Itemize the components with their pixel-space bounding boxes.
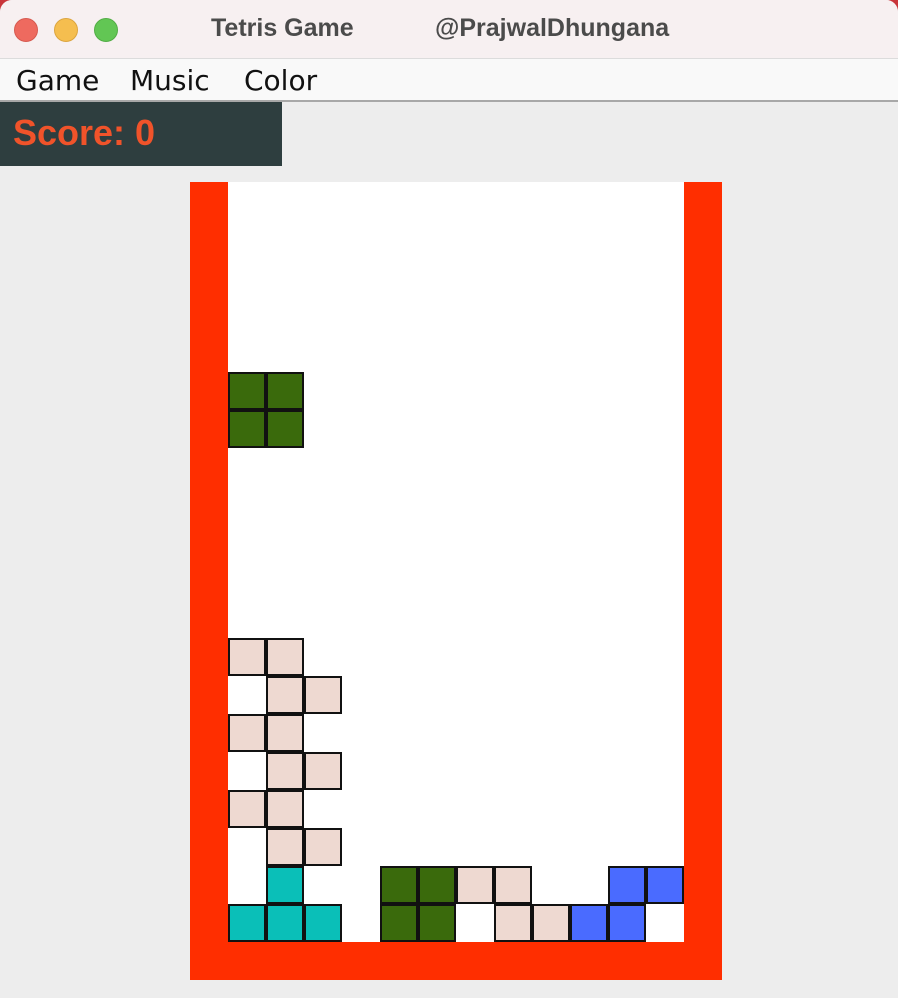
maximize-window-button[interactable] <box>94 18 118 42</box>
close-window-button[interactable] <box>14 18 38 42</box>
locked-cell <box>228 904 266 942</box>
locked-cell <box>380 904 418 942</box>
locked-cell <box>456 866 494 904</box>
locked-cell <box>304 752 342 790</box>
locked-cell <box>266 828 304 866</box>
score-panel: Score: 0 <box>0 102 282 166</box>
locked-cell <box>228 790 266 828</box>
locked-cell <box>266 790 304 828</box>
window-author: @PrajwalDhungana <box>435 14 670 42</box>
active-piece-cell <box>228 372 266 410</box>
locked-cell <box>646 866 684 904</box>
locked-cell <box>418 904 456 942</box>
active-piece-cell <box>228 410 266 448</box>
menu-music[interactable]: Music <box>130 64 210 97</box>
active-piece-cell <box>266 410 304 448</box>
locked-cell <box>418 866 456 904</box>
game-board[interactable] <box>228 182 684 942</box>
locked-cell <box>532 904 570 942</box>
locked-cell <box>228 638 266 676</box>
menu-bar: Game Music Color <box>0 59 898 102</box>
locked-cell <box>266 638 304 676</box>
locked-cell <box>266 866 304 904</box>
locked-cell <box>304 904 342 942</box>
locked-cell <box>494 866 532 904</box>
locked-cell <box>380 866 418 904</box>
score-label: Score: 0 <box>13 112 156 153</box>
locked-cell <box>266 676 304 714</box>
menu-color[interactable]: Color <box>244 64 317 97</box>
locked-cell <box>608 904 646 942</box>
locked-cell <box>570 904 608 942</box>
locked-cell <box>266 714 304 752</box>
game-window: Tetris Game @PrajwalDhungana Game Music … <box>0 0 898 998</box>
window-title: Tetris Game <box>211 14 354 42</box>
locked-cell <box>608 866 646 904</box>
locked-cell <box>266 904 304 942</box>
menu-game[interactable]: Game <box>16 64 99 97</box>
title-bar[interactable]: Tetris Game @PrajwalDhungana <box>0 0 898 59</box>
minimize-window-button[interactable] <box>54 18 78 42</box>
locked-cell <box>304 676 342 714</box>
locked-cell <box>304 828 342 866</box>
active-piece-cell <box>266 372 304 410</box>
locked-cell <box>266 752 304 790</box>
locked-cell <box>494 904 532 942</box>
locked-cell <box>228 714 266 752</box>
